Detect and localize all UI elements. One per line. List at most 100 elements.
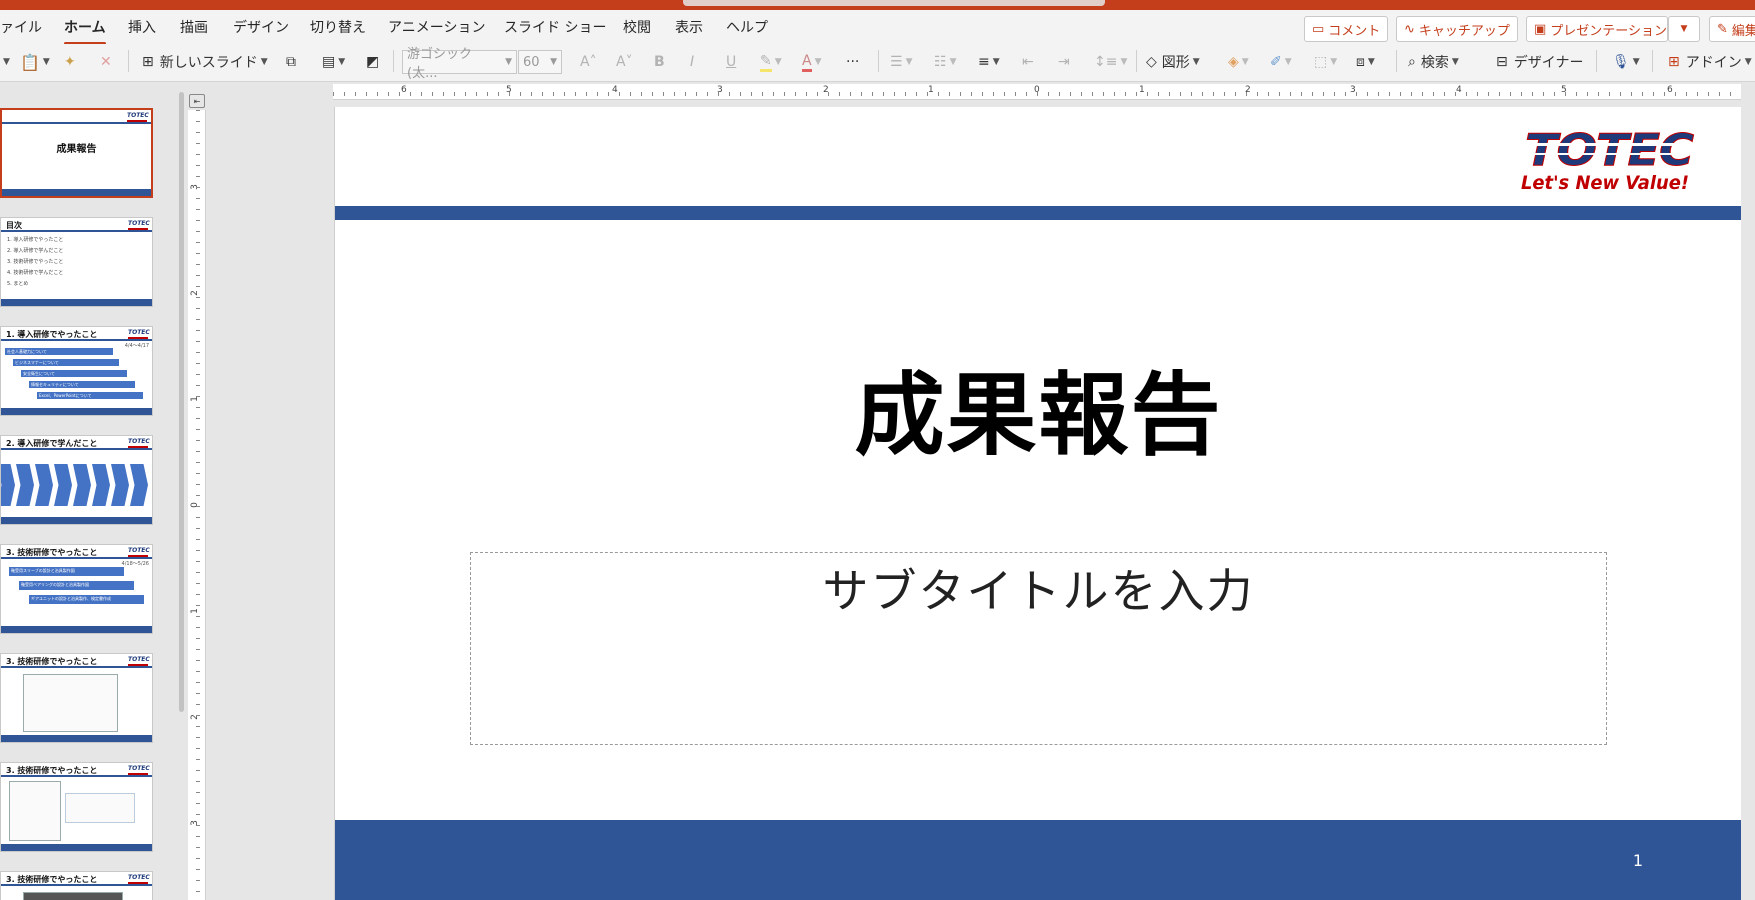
numbering-button[interactable]: ☷ ▼: [934, 50, 956, 74]
thumb-text: 4. 技術研修で学んだこと: [7, 270, 64, 276]
dictate-button[interactable]: 🎙 ▼: [1612, 50, 1640, 74]
shape-effects-button[interactable]: ⬚ ▼: [1314, 50, 1337, 74]
tab-review[interactable]: 校閲: [623, 17, 651, 37]
ruler-tick: [1037, 92, 1038, 96]
font-size-select[interactable]: 60 ▼: [518, 50, 562, 74]
subtitle-placeholder[interactable]: サブタイトルを入力: [470, 552, 1607, 745]
line-spacing-button[interactable]: ↕≡ ▼: [1094, 50, 1127, 74]
tab-design[interactable]: デザイン: [233, 17, 289, 37]
tab-insert[interactable]: 挿入: [128, 17, 156, 37]
tab-slideshow[interactable]: スライド ショー: [504, 17, 606, 37]
arrange-button[interactable]: ⧈ ▼: [1356, 50, 1375, 74]
ruler-tick: [196, 286, 200, 287]
new-slide-button[interactable]: ⊞ 新しいスライド ▼: [142, 50, 268, 74]
ruler-tick: [196, 341, 200, 342]
slide-thumbnail-7[interactable]: 3. 技術研修でやったこと TOTEC: [0, 762, 153, 852]
slide-thumbnail-8[interactable]: 3. 技術研修でやったこと TOTEC: [0, 871, 153, 900]
bold-button[interactable]: B: [654, 50, 665, 74]
ruler-tick: [1554, 92, 1555, 96]
logo: TOTEC: [128, 547, 150, 557]
font-name-select[interactable]: 游ゴシック (太... ▼: [402, 47, 517, 81]
grow-font-button[interactable]: A˄: [580, 50, 597, 74]
designer-button[interactable]: ⊟ デザイナー: [1496, 50, 1583, 74]
format-painter-button[interactable]: ✦: [64, 50, 76, 74]
ruler-tick: [196, 528, 200, 529]
ruler-tick: [542, 92, 543, 96]
collapse-pane-icon[interactable]: ⇤: [189, 94, 205, 108]
present-button[interactable]: ▣ プレゼンテーション: [1526, 16, 1668, 42]
catchup-button[interactable]: ∿ キャッチアップ: [1396, 16, 1518, 42]
tab-animations[interactable]: アニメーション: [388, 17, 485, 37]
ruler-tick: [1015, 92, 1016, 96]
font-color-button[interactable]: A ▼: [802, 50, 822, 74]
shrink-font-button[interactable]: A˅: [616, 50, 633, 74]
text-image: [65, 793, 135, 823]
subtitle-placeholder-text: サブタイトルを入力: [822, 564, 1255, 618]
slide-thumbnail-6[interactable]: 3. 技術研修でやったこと TOTEC: [0, 653, 153, 743]
slide-thumbnail-3[interactable]: 1. 導入研修でやったこと TOTEC 4/4～4/17 社会人基礎力について …: [0, 326, 153, 416]
ruler-tick: [641, 92, 642, 96]
ruler-tick: [1587, 92, 1588, 96]
thumb-text: 4/18～5/26: [121, 561, 149, 567]
clipboard-caret[interactable]: ▼: [0, 50, 10, 74]
font-shrink-icon: A˅: [616, 54, 633, 70]
tab-draw[interactable]: 描画: [180, 17, 208, 37]
shape-fill-button[interactable]: ◈ ▼: [1228, 50, 1249, 74]
edit-mode-button[interactable]: ✎ 編集: [1709, 16, 1755, 42]
ruler-tick: [1653, 92, 1654, 96]
ruler-tick: [366, 92, 367, 96]
align-button[interactable]: ≡ ▼: [978, 50, 1000, 74]
ruler-tick: [196, 407, 200, 408]
ruler-tick: [960, 92, 961, 96]
shape-outline-button[interactable]: ✐ ▼: [1270, 50, 1292, 74]
tab-transitions[interactable]: 切り替え: [310, 17, 366, 37]
tab-file[interactable]: ァイル: [0, 17, 42, 37]
band: [1, 230, 152, 232]
shapes-button[interactable]: ◇ 図形 ▼: [1146, 50, 1200, 74]
italic-button[interactable]: I: [690, 50, 694, 74]
comment-button[interactable]: ▭ コメント: [1304, 16, 1388, 42]
horizental-ruler: 6 5 4 3 2 1 0 1 2 3 4 5 6: [333, 84, 1741, 100]
designer-icon: ⊟: [1496, 54, 1508, 70]
search-button[interactable]: ⌕ 検索 ▼: [1408, 50, 1459, 74]
underline-button[interactable]: U: [726, 50, 736, 74]
slide-thumbnail-1[interactable]: TOTEC 成果報告: [0, 108, 153, 198]
layout-button[interactable]: ▤ ▼: [322, 50, 345, 74]
separator: [128, 50, 129, 72]
bullets-button[interactable]: ☰ ▼: [890, 50, 912, 74]
increase-indent-button[interactable]: ⇥: [1058, 50, 1070, 74]
ruler-tick: [1092, 92, 1093, 96]
ruler-tick: [509, 92, 510, 96]
ruler-tick: [685, 92, 686, 96]
tab-help[interactable]: ヘルプ: [726, 17, 768, 37]
ruler-tick: [652, 92, 653, 96]
slide-title[interactable]: 成果報告: [335, 342, 1741, 472]
more-font-options-button[interactable]: ···: [846, 50, 859, 74]
addins-button[interactable]: ⊞ アドイン ▼: [1668, 50, 1752, 74]
delete-button[interactable]: ✕: [100, 50, 112, 74]
reuse-slides-button[interactable]: ⧉: [286, 50, 296, 74]
highlight-button[interactable]: ✎ ▼: [760, 50, 782, 74]
paste-button[interactable]: 📋 ▼: [20, 50, 50, 74]
font-color-icon: A: [802, 53, 812, 72]
ruler-tick: [1488, 92, 1489, 96]
slide-thumbnail-4[interactable]: 2. 導入研修で学んだこと TOTEC: [0, 435, 153, 525]
decrease-indent-button[interactable]: ⇤: [1022, 50, 1034, 74]
ruler-tick: [476, 92, 477, 96]
slide-canvas[interactable]: TOTEC Let's New Value! 成果報告 サブタイトルを入力 1: [334, 107, 1741, 900]
ruler-tick: [696, 92, 697, 96]
ruler-label: 6: [1667, 85, 1673, 95]
paint-bucket-icon: ◈: [1228, 54, 1239, 70]
background-button[interactable]: ◩: [366, 50, 379, 74]
search-box[interactable]: [683, 0, 1105, 6]
tab-view[interactable]: 表示: [675, 17, 703, 37]
ruler-tick: [196, 539, 200, 540]
present-dropdown[interactable]: ▼: [1668, 16, 1700, 42]
tab-home[interactable]: ホーム: [64, 17, 106, 45]
slide-thumbnail-2[interactable]: 目次 TOTEC 1. 導入研修でやったこと 2. 導入研修で学んだこと 3. …: [0, 217, 153, 307]
ruler-tick: [1345, 92, 1346, 96]
ruler-tick: [196, 143, 200, 144]
thumbnail-scrollbar[interactable]: [179, 92, 184, 712]
slide-thumbnail-5[interactable]: 3. 技術研修でやったこと TOTEC 4/18～5/26 軸受用スリーブの設計…: [0, 544, 153, 634]
ruler-tick: [1576, 92, 1577, 96]
